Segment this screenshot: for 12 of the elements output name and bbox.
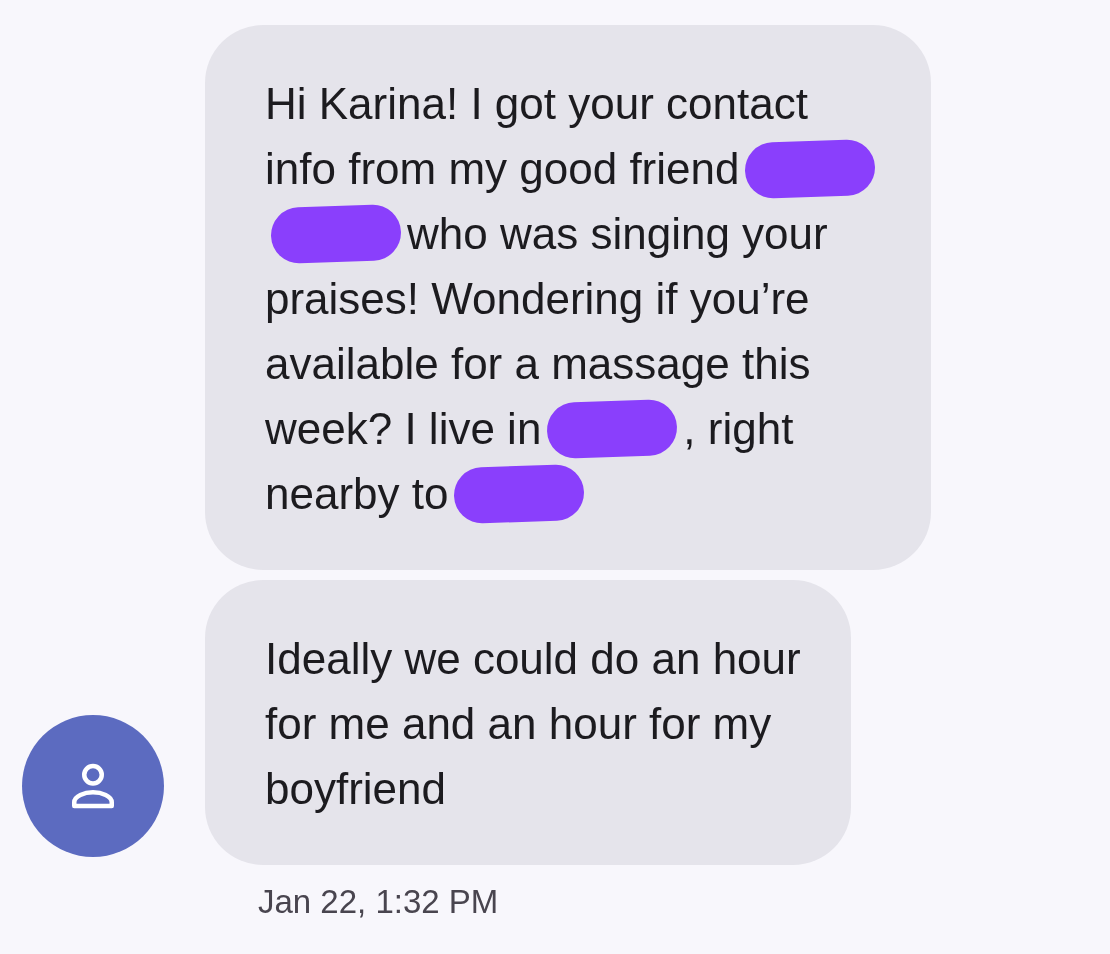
message-text: Ideally we could do an hour [265, 633, 801, 685]
message-text: boyfriend [265, 763, 446, 815]
message-text: week? I live in [265, 403, 542, 455]
message-text: available for a massage this [265, 338, 811, 390]
message-text: nearby to [265, 468, 449, 520]
message-text: for me and an hour for my [265, 698, 772, 750]
message-text: info from my good friend [265, 143, 740, 195]
message-timestamp: Jan 22, 1:32 PM [258, 883, 499, 920]
message-text: , right [683, 403, 794, 455]
message-text: Hi Karina! I got your contact [265, 78, 808, 130]
message-text: who was singing your [407, 208, 828, 260]
message-text: praises! Wondering if you’re [265, 273, 810, 325]
